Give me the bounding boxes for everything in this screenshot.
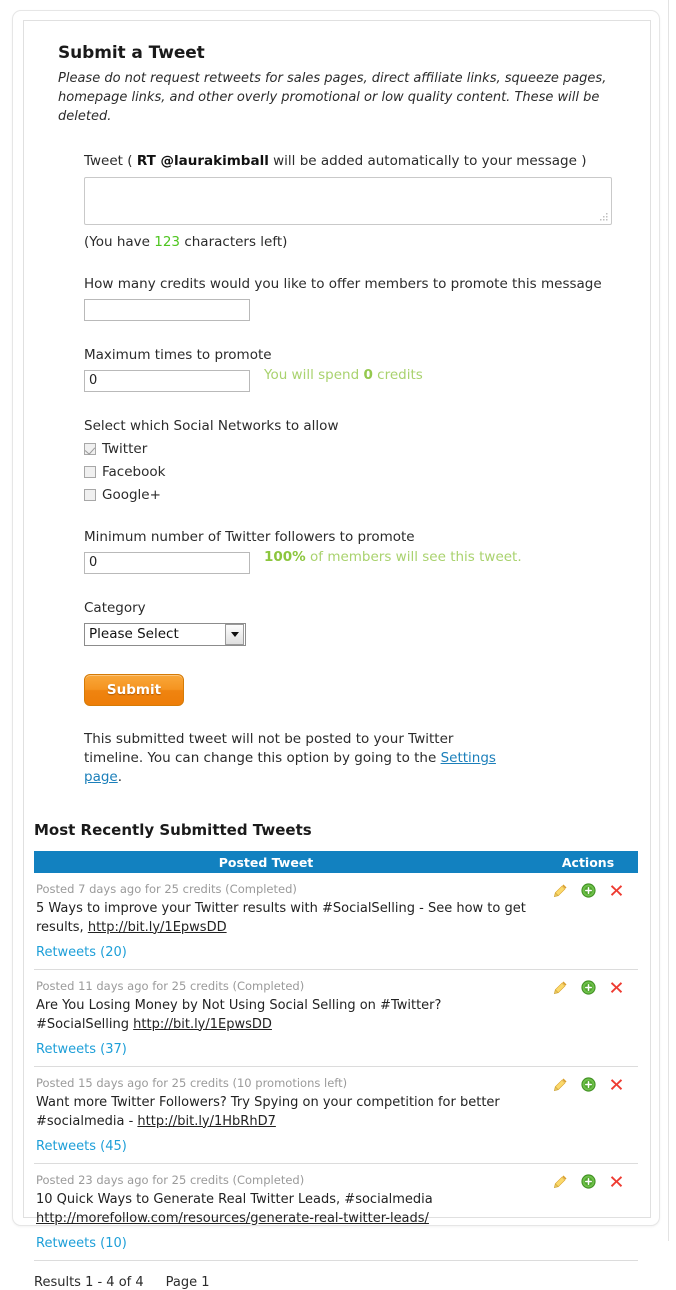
followers-input[interactable] <box>84 551 250 574</box>
retweets-link[interactable]: Retweets (45) <box>36 1139 127 1154</box>
reach-hint: 100% of members will see this tweet. <box>264 545 522 565</box>
checkbox-googleplus-label: Google+ <box>102 486 161 503</box>
pagination-summary: Results 1 - 4 of 4 Page 1 <box>34 1275 650 1290</box>
tweet-link[interactable]: http://bit.ly/1HbRhD7 <box>137 1114 275 1129</box>
add-circle-icon[interactable] <box>580 883 596 898</box>
category-select[interactable]: Please Select <box>84 622 246 646</box>
submit-tweet-form: Tweet ( RT @laurakimball will be added a… <box>24 153 650 787</box>
tweet-link[interactable]: http://bit.ly/1EpwsDD <box>88 920 227 935</box>
tweet-link[interactable]: http://bit.ly/1EpwsDD <box>133 1017 272 1032</box>
actions-cell <box>538 1075 638 1154</box>
edit-pencil-icon[interactable] <box>553 1077 568 1092</box>
actions-cell <box>538 881 638 960</box>
row-meta: Posted 11 days ago for 25 credits (Compl… <box>36 979 305 993</box>
tweet-cell: Posted 11 days ago for 25 credits (Compl… <box>36 978 538 1057</box>
tweet-body: 10 Quick Ways to Generate Real Twitter L… <box>36 1192 433 1208</box>
credits-label: How many credits would you like to offer… <box>84 275 602 292</box>
category-label: Category <box>84 599 146 616</box>
tweet-field-label: Tweet ( RT @laurakimball will be added a… <box>84 153 650 169</box>
checkbox-facebook-label: Facebook <box>102 463 166 480</box>
retweets-link[interactable]: Retweets (37) <box>36 1042 127 1057</box>
checkbox-googleplus-icon[interactable] <box>84 488 96 501</box>
intro-text: Please do not request retweets for sales… <box>58 71 607 124</box>
table-row: Posted 7 days ago for 25 credits (Comple… <box>34 873 638 970</box>
edit-pencil-icon[interactable] <box>553 1174 568 1189</box>
edit-pencil-icon[interactable] <box>553 980 568 995</box>
table-row: Posted 15 days ago for 25 credits (10 pr… <box>34 1067 638 1164</box>
reach-percent: 100% <box>264 548 306 565</box>
category-selected-value: Please Select <box>89 626 179 643</box>
checkbox-row-googleplus[interactable]: Google+ <box>84 487 650 503</box>
max-promote-row: You will spend 0 credits <box>84 363 650 392</box>
tweet-content: 5 Ways to improve your Twitter results w… <box>36 900 528 937</box>
reach-text: of members will see this tweet. <box>305 548 522 565</box>
delete-x-icon[interactable] <box>609 1174 624 1189</box>
outer-container: Submit a Tweet Please do not request ret… <box>12 10 660 1290</box>
table-header-row: Posted Tweet Actions <box>34 851 638 873</box>
add-circle-icon[interactable] <box>580 1077 596 1092</box>
networks-label: Select which Social Networks to allow <box>84 417 339 434</box>
spend-post: credits <box>372 366 423 383</box>
chevron-down-icon[interactable] <box>225 623 244 645</box>
note-pre: This submitted tweet will not be posted … <box>84 730 454 766</box>
checkbox-row-facebook[interactable]: Facebook <box>84 464 650 480</box>
chars-count: 123 <box>154 233 181 250</box>
tweet-label-handle: RT @laurakimball <box>136 152 269 169</box>
note-post: . <box>117 768 123 785</box>
delete-x-icon[interactable] <box>609 1077 624 1092</box>
actions-cell <box>538 978 638 1057</box>
retweets-link[interactable]: Retweets (20) <box>36 945 127 960</box>
max-promote-label: Maximum times to promote <box>84 346 272 363</box>
table-row: Posted 23 days ago for 25 credits (Compl… <box>34 1164 638 1261</box>
chars-post: characters left) <box>180 233 288 250</box>
timeline-note: This submitted tweet will not be posted … <box>84 730 504 787</box>
checkbox-facebook-icon[interactable] <box>84 465 96 478</box>
add-circle-icon[interactable] <box>580 980 596 995</box>
spend-credits-hint: You will spend 0 credits <box>264 363 423 383</box>
credits-input[interactable] <box>84 298 250 321</box>
column-header-actions: Actions <box>561 854 615 870</box>
row-meta: Posted 15 days ago for 25 credits (10 pr… <box>36 1076 348 1090</box>
tweet-link[interactable]: http://morefollow.com/resources/generate… <box>36 1211 429 1226</box>
tweet-input[interactable] <box>84 176 612 225</box>
characters-left: (You have 123 characters left) <box>84 234 650 250</box>
submitted-tweets-table: Posted Tweet Actions Posted 7 days ago f… <box>34 851 638 1261</box>
tweet-cell: Posted 15 days ago for 25 credits (10 pr… <box>36 1075 538 1154</box>
checkbox-twitter-icon[interactable] <box>84 442 96 455</box>
max-promote-input[interactable] <box>84 369 250 392</box>
column-header-tweet: Posted Tweet <box>218 854 314 870</box>
results-count: Results 1 - 4 of 4 <box>34 1275 144 1290</box>
tweet-content: Want more Twitter Followers? Try Spying … <box>36 1094 528 1131</box>
right-panel-edge <box>668 0 676 1241</box>
table-row: Posted 11 days ago for 25 credits (Compl… <box>34 970 638 1067</box>
submit-button[interactable]: Submit <box>84 673 184 706</box>
row-meta: Posted 7 days ago for 25 credits (Comple… <box>36 882 297 896</box>
tweet-cell: Posted 7 days ago for 25 credits (Comple… <box>36 881 538 960</box>
content-panel: Submit a Tweet Please do not request ret… <box>23 20 651 1290</box>
actions-cell <box>538 1172 638 1251</box>
edit-pencil-icon[interactable] <box>553 883 568 898</box>
page-title: Submit a Tweet <box>58 43 205 63</box>
tweet-label-post: will be added automatically to your mess… <box>268 152 587 169</box>
recent-tweets-heading: Most Recently Submitted Tweets <box>34 821 312 839</box>
page-number: Page 1 <box>165 1275 210 1290</box>
followers-label: Minimum number of Twitter followers to p… <box>84 528 415 545</box>
followers-row: 100% of members will see this tweet. <box>84 545 650 574</box>
tweet-content: 10 Quick Ways to Generate Real Twitter L… <box>36 1191 528 1228</box>
checkbox-row-twitter[interactable]: Twitter <box>84 441 650 457</box>
tweet-content: Are You Losing Money by Not Using Social… <box>36 997 528 1034</box>
tweet-label-pre: Tweet ( <box>84 152 137 169</box>
delete-x-icon[interactable] <box>609 883 624 898</box>
page: Submit a Tweet Please do not request ret… <box>0 0 676 1290</box>
tweet-cell: Posted 23 days ago for 25 credits (Compl… <box>36 1172 538 1251</box>
row-meta: Posted 23 days ago for 25 credits (Compl… <box>36 1173 305 1187</box>
spend-amount: 0 <box>363 366 373 383</box>
chars-pre: (You have <box>84 233 155 250</box>
checkbox-twitter-label: Twitter <box>102 440 148 457</box>
delete-x-icon[interactable] <box>609 980 624 995</box>
spend-pre: You will spend <box>264 366 364 383</box>
add-circle-icon[interactable] <box>580 1174 596 1189</box>
retweets-link[interactable]: Retweets (10) <box>36 1236 127 1251</box>
